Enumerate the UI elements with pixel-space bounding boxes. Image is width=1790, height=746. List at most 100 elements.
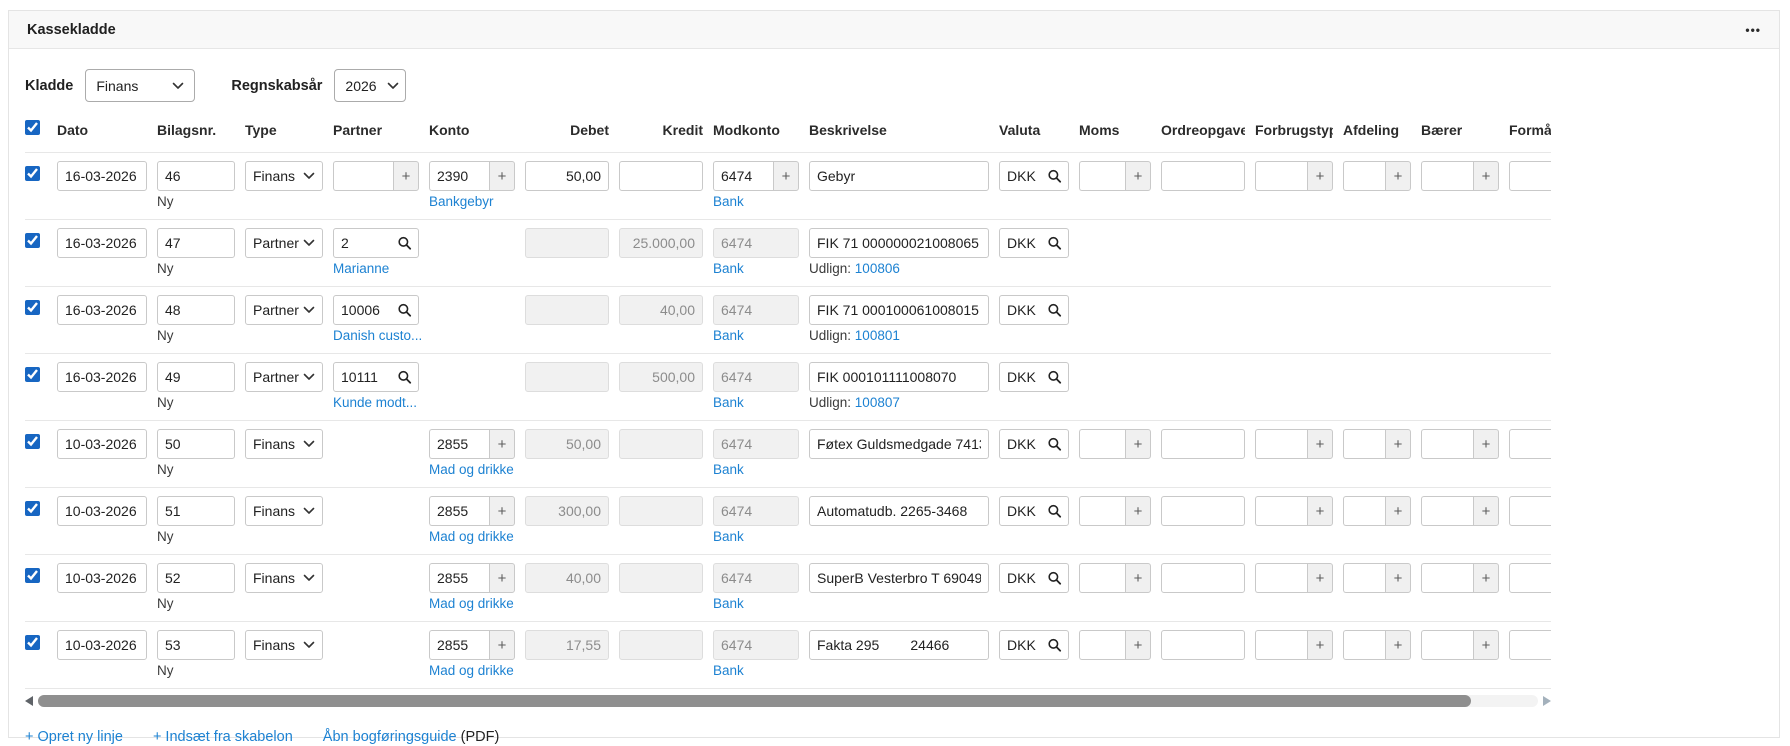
- ordreopgave-input[interactable]: [1161, 161, 1245, 191]
- date-input[interactable]: [57, 429, 147, 459]
- konto-input[interactable]: [429, 429, 489, 459]
- partner-name-link[interactable]: Kunde modt...: [333, 395, 419, 410]
- beskrivelse-input[interactable]: [809, 630, 989, 660]
- lookup-plus-button[interactable]: +: [489, 496, 515, 526]
- lookup-plus-button[interactable]: +: [1125, 496, 1151, 526]
- beskrivelse-input[interactable]: [809, 161, 989, 191]
- search-icon[interactable]: [1047, 236, 1062, 251]
- type-select[interactable]: Finans: [245, 161, 323, 191]
- ordreopgave-input[interactable]: [1161, 563, 1245, 593]
- date-input[interactable]: [57, 630, 147, 660]
- more-options-icon[interactable]: •••: [1745, 23, 1761, 37]
- select-all-checkbox[interactable]: [25, 120, 40, 135]
- forbrugstype-input[interactable]: [1255, 161, 1307, 191]
- voucher-number-input[interactable]: [157, 630, 235, 660]
- type-select[interactable]: Finans: [245, 429, 323, 459]
- formaal-input[interactable]: [1509, 161, 1551, 191]
- moms-input[interactable]: [1079, 630, 1125, 660]
- row-select-checkbox[interactable]: [25, 300, 40, 315]
- formaal-input[interactable]: [1509, 563, 1551, 593]
- lookup-plus-button[interactable]: +: [1385, 496, 1411, 526]
- konto-input[interactable]: [429, 161, 489, 191]
- date-input[interactable]: [57, 496, 147, 526]
- search-icon[interactable]: [1047, 437, 1062, 452]
- voucher-number-input[interactable]: [157, 295, 235, 325]
- lookup-plus-button[interactable]: +: [1473, 429, 1499, 459]
- beskrivelse-input[interactable]: [809, 496, 989, 526]
- date-input[interactable]: [57, 161, 147, 191]
- row-select-checkbox[interactable]: [25, 367, 40, 382]
- lookup-plus-button[interactable]: +: [489, 429, 515, 459]
- lookup-plus-button[interactable]: +: [1125, 630, 1151, 660]
- udlign-number-link[interactable]: 100807: [855, 395, 900, 410]
- search-icon[interactable]: [397, 236, 412, 251]
- modkonto-input[interactable]: [713, 161, 773, 191]
- partner-input[interactable]: [333, 161, 393, 191]
- lookup-plus-button[interactable]: +: [393, 161, 419, 191]
- konto-name-link[interactable]: Bankgebyr: [429, 194, 515, 209]
- modkonto-name-link[interactable]: Bank: [713, 328, 799, 343]
- lookup-plus-button[interactable]: +: [1307, 429, 1333, 459]
- debet-input[interactable]: [525, 161, 609, 191]
- search-icon[interactable]: [397, 303, 412, 318]
- konto-input[interactable]: [429, 496, 489, 526]
- modkonto-name-link[interactable]: Bank: [713, 663, 799, 678]
- beskrivelse-input[interactable]: [809, 563, 989, 593]
- modkonto-name-link[interactable]: Bank: [713, 596, 799, 611]
- udlign-number-link[interactable]: 100801: [855, 328, 900, 343]
- afdeling-input[interactable]: [1343, 563, 1385, 593]
- beskrivelse-input[interactable]: [809, 362, 989, 392]
- afdeling-input[interactable]: [1343, 161, 1385, 191]
- voucher-number-input[interactable]: [157, 362, 235, 392]
- forbrugstype-input[interactable]: [1255, 496, 1307, 526]
- lookup-plus-button[interactable]: +: [489, 161, 515, 191]
- date-input[interactable]: [57, 362, 147, 392]
- afdeling-input[interactable]: [1343, 429, 1385, 459]
- beskrivelse-input[interactable]: [809, 228, 989, 258]
- search-icon[interactable]: [397, 370, 412, 385]
- search-icon[interactable]: [1047, 504, 1062, 519]
- konto-name-link[interactable]: Mad og drikke: [429, 663, 515, 678]
- konto-name-link[interactable]: Mad og drikke: [429, 596, 515, 611]
- lookup-plus-button[interactable]: +: [1307, 563, 1333, 593]
- search-icon[interactable]: [1047, 370, 1062, 385]
- lookup-plus-button[interactable]: +: [1125, 429, 1151, 459]
- kredit-input[interactable]: [619, 161, 703, 191]
- lookup-plus-button[interactable]: +: [1473, 161, 1499, 191]
- moms-input[interactable]: [1079, 496, 1125, 526]
- moms-input[interactable]: [1079, 429, 1125, 459]
- lookup-plus-button[interactable]: +: [1385, 161, 1411, 191]
- voucher-number-input[interactable]: [157, 161, 235, 191]
- open-bookkeeping-guide-link[interactable]: Åbn bogføringsguide: [323, 729, 457, 745]
- baerer-input[interactable]: [1421, 161, 1473, 191]
- date-input[interactable]: [57, 228, 147, 258]
- voucher-number-input[interactable]: [157, 496, 235, 526]
- partner-name-link[interactable]: Danish custo...: [333, 328, 419, 343]
- row-select-checkbox[interactable]: [25, 568, 40, 583]
- row-select-checkbox[interactable]: [25, 635, 40, 650]
- lookup-plus-button[interactable]: +: [489, 630, 515, 660]
- forbrugstype-input[interactable]: [1255, 429, 1307, 459]
- udlign-number-link[interactable]: 100806: [855, 261, 900, 276]
- baerer-input[interactable]: [1421, 563, 1473, 593]
- row-select-checkbox[interactable]: [25, 233, 40, 248]
- search-icon[interactable]: [1047, 169, 1062, 184]
- beskrivelse-input[interactable]: [809, 295, 989, 325]
- row-select-checkbox[interactable]: [25, 166, 40, 181]
- type-select[interactable]: Finans: [245, 630, 323, 660]
- type-select[interactable]: Partnerbet.: [245, 362, 323, 392]
- ordreopgave-input[interactable]: [1161, 630, 1245, 660]
- ordreopgave-input[interactable]: [1161, 496, 1245, 526]
- formaal-input[interactable]: [1509, 630, 1551, 660]
- type-select[interactable]: Partnerbet.: [245, 228, 323, 258]
- lookup-plus-button[interactable]: +: [773, 161, 799, 191]
- lookup-plus-button[interactable]: +: [1473, 630, 1499, 660]
- kladde-select[interactable]: Finans: [85, 69, 195, 102]
- lookup-plus-button[interactable]: +: [1125, 161, 1151, 191]
- moms-input[interactable]: [1079, 161, 1125, 191]
- beskrivelse-input[interactable]: [809, 429, 989, 459]
- lookup-plus-button[interactable]: +: [489, 563, 515, 593]
- lookup-plus-button[interactable]: +: [1385, 630, 1411, 660]
- scrollbar-thumb[interactable]: [38, 695, 1471, 707]
- konto-input[interactable]: [429, 563, 489, 593]
